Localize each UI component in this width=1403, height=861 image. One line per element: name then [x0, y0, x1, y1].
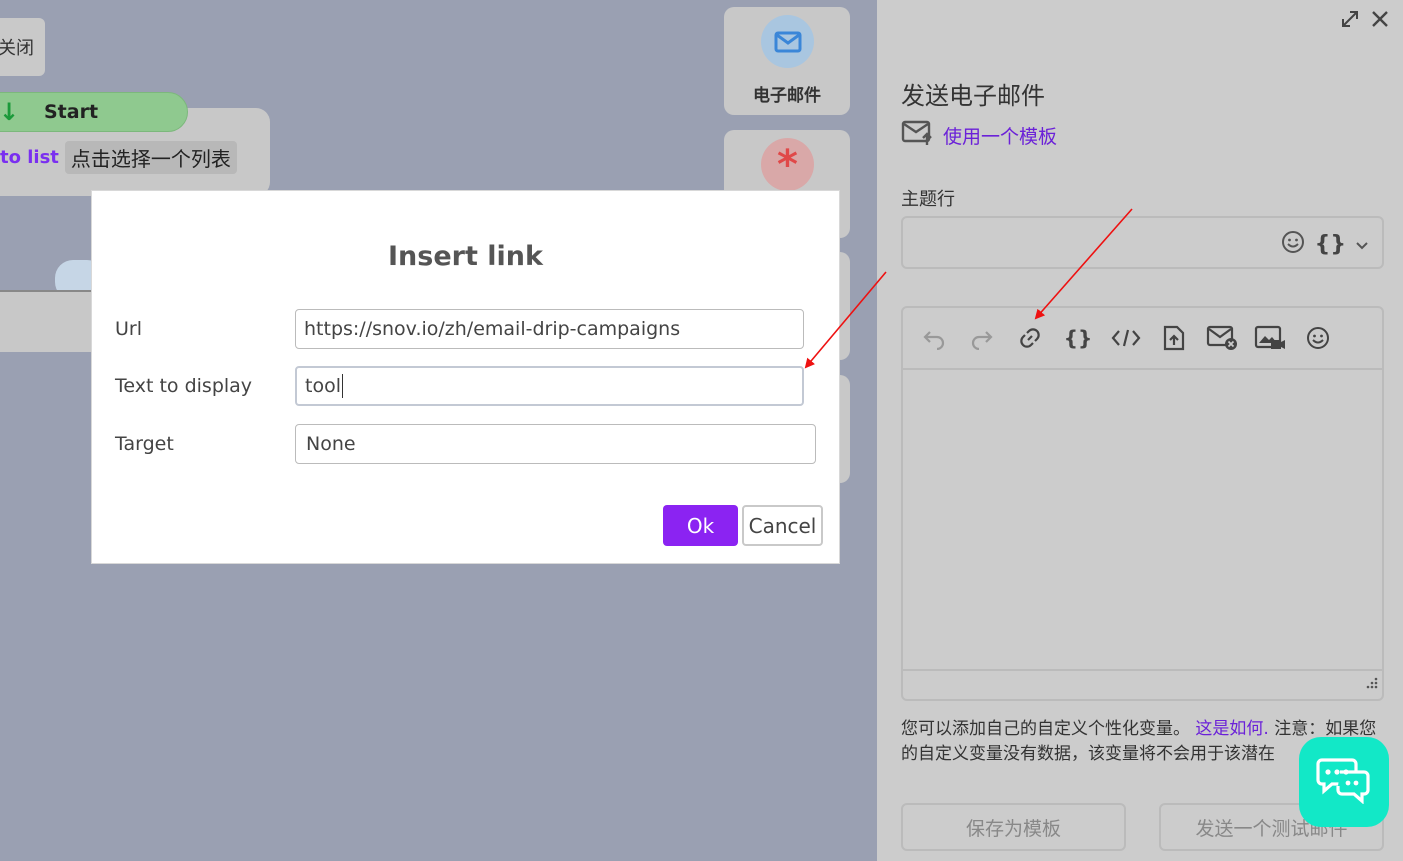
- variables-icon[interactable]: {}: [1315, 232, 1346, 257]
- email-body-editor[interactable]: {}: [901, 306, 1384, 701]
- resize-grip-icon[interactable]: [1364, 676, 1378, 695]
- help-text-part1: 您可以添加自己的自定义个性化变量。: [901, 719, 1190, 739]
- text-to-display-input[interactable]: tool: [295, 366, 804, 406]
- editor-toolbar: {}: [903, 308, 1382, 370]
- code-icon[interactable]: [1109, 321, 1143, 355]
- asterisk-icon: *: [761, 138, 814, 191]
- target-value: None: [306, 433, 356, 455]
- target-label: Target: [115, 433, 174, 455]
- url-value: https://snov.io/zh/email-drip-campaigns: [304, 318, 681, 340]
- dialog-title: Insert link: [388, 241, 543, 272]
- mail-remove-icon[interactable]: [1205, 321, 1239, 355]
- chat-icon: [1316, 756, 1372, 808]
- to-list-link[interactable]: to list: [0, 147, 59, 168]
- cancel-button[interactable]: Cancel: [742, 505, 823, 546]
- file-upload-icon[interactable]: [1157, 321, 1191, 355]
- text-to-display-value: tool: [305, 375, 341, 397]
- use-template-link[interactable]: 使用一个模板: [943, 122, 1057, 149]
- url-label: Url: [115, 318, 142, 340]
- subject-input[interactable]: {}: [901, 216, 1384, 269]
- email-tile[interactable]: 电子邮件: [724, 7, 850, 115]
- emoji-icon[interactable]: [1301, 321, 1335, 355]
- close-icon[interactable]: [1371, 10, 1389, 32]
- ghost-node: [0, 290, 95, 352]
- target-select[interactable]: None: [295, 424, 816, 464]
- variables-icon[interactable]: {}: [1061, 321, 1095, 355]
- undo-icon[interactable]: [917, 321, 951, 355]
- subject-label: 主题行: [901, 189, 955, 210]
- ok-button[interactable]: Ok: [663, 505, 738, 546]
- expand-icon[interactable]: [1341, 10, 1359, 32]
- panel-title: 发送电子邮件: [901, 82, 1045, 110]
- email-settings-panel: 发送电子邮件 使用一个模板 主题行 {} {} 您可以添加自己的自定义个性化变量…: [877, 0, 1403, 861]
- link-icon[interactable]: [1013, 321, 1047, 355]
- start-node[interactable]: ↓ Start: [0, 92, 188, 132]
- text-to-display-label: Text to display: [115, 375, 253, 397]
- email-tile-label: 电子邮件: [753, 86, 821, 106]
- start-label: Start: [44, 101, 99, 123]
- use-template-row[interactable]: 使用一个模板: [901, 120, 1057, 150]
- url-input[interactable]: https://snov.io/zh/email-drip-campaigns: [295, 309, 804, 349]
- emoji-icon[interactable]: [1281, 230, 1305, 258]
- list-row: to list 点击选择一个列表: [0, 141, 237, 174]
- panel-window-controls: [1341, 10, 1389, 32]
- chevron-down-icon[interactable]: [1356, 235, 1368, 254]
- save-as-template-button[interactable]: 保存为模板: [901, 803, 1126, 851]
- editor-statusbar: [903, 669, 1382, 699]
- video-icon[interactable]: [1253, 321, 1287, 355]
- mail-icon: [761, 15, 814, 68]
- chat-widget-button[interactable]: [1299, 737, 1389, 827]
- redo-icon[interactable]: [965, 321, 999, 355]
- text-caret: [341, 374, 343, 398]
- close-chip[interactable]: 关闭: [0, 18, 45, 76]
- arrow-down-icon: ↓: [0, 98, 20, 126]
- mail-upload-icon: [901, 120, 933, 150]
- how-to-link[interactable]: 这是如何.: [1195, 719, 1268, 739]
- pick-list-button[interactable]: 点击选择一个列表: [64, 141, 237, 174]
- subject-tools: {}: [1281, 230, 1368, 258]
- close-chip-label: 关闭: [0, 38, 34, 59]
- insert-link-dialog: Insert link Url https://snov.io/zh/email…: [91, 190, 840, 564]
